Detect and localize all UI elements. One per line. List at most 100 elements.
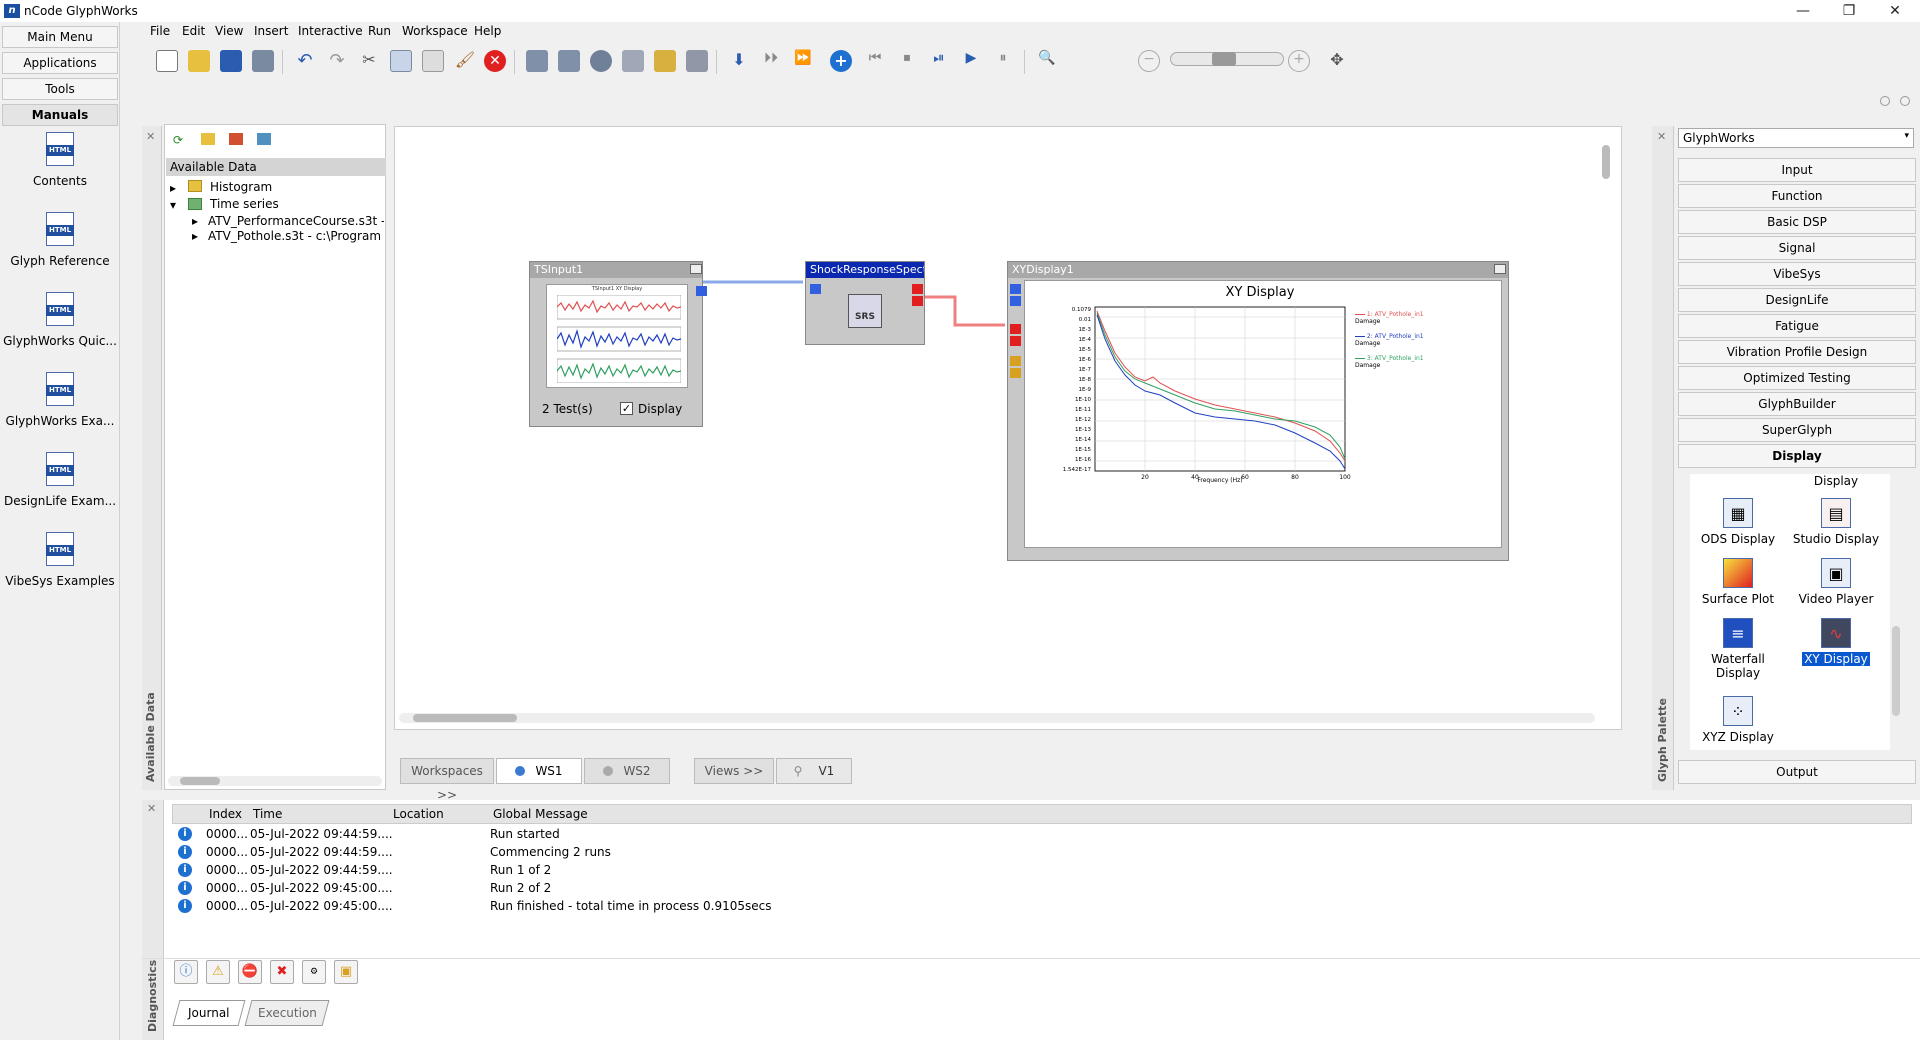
close-icon[interactable]: ✕ xyxy=(146,130,155,143)
menu-insert[interactable]: Insert xyxy=(254,24,288,38)
clear-icon[interactable] xyxy=(654,50,676,72)
close-icon[interactable]: ✕ xyxy=(147,802,156,815)
tree-item-file[interactable]: ATV_Pothole.s3t - c:\Program Fil xyxy=(208,229,384,243)
menu-edit[interactable]: Edit xyxy=(182,24,205,38)
palette-group-glyphbuilder[interactable]: GlyphBuilder xyxy=(1678,392,1916,416)
horizontal-scrollbar[interactable] xyxy=(399,713,1595,723)
palette-group-designlife[interactable]: DesignLife xyxy=(1678,288,1916,312)
glyph-icon[interactable] xyxy=(526,50,548,72)
palette-group-input[interactable]: Input xyxy=(1678,158,1916,182)
align-icon[interactable] xyxy=(686,50,708,72)
applications-button[interactable]: Applications xyxy=(2,52,118,74)
input-port[interactable] xyxy=(810,284,821,294)
output-port[interactable] xyxy=(696,286,707,296)
manual-vibesys-examples[interactable]: HTML VibeSys Examples xyxy=(0,532,120,588)
tree-expand-icon[interactable]: ▸ xyxy=(192,229,198,243)
arrange-icon[interactable] xyxy=(622,50,644,72)
tab-journal[interactable]: Journal xyxy=(172,1000,246,1026)
maximize-button[interactable]: ❐ xyxy=(1826,0,1872,22)
panel-option-icon[interactable] xyxy=(1880,96,1890,106)
input-port[interactable] xyxy=(1010,284,1021,294)
fast-forward-icon[interactable]: ⏩ xyxy=(792,50,814,72)
palette-item-video-player[interactable]: ▣ Video Player xyxy=(1788,558,1884,606)
glyph-minimize-icon[interactable] xyxy=(1494,264,1506,274)
input-port[interactable] xyxy=(1010,368,1021,378)
data-file-icon[interactable] xyxy=(229,133,243,145)
tab-v1[interactable]: ⚲ V1 xyxy=(776,758,852,784)
horizontal-scrollbar[interactable] xyxy=(168,776,382,786)
save-all-icon[interactable] xyxy=(252,50,274,72)
main-menu-button[interactable]: Main Menu xyxy=(2,26,118,48)
tab-ws1[interactable]: WS1 xyxy=(496,758,582,784)
input-port[interactable] xyxy=(1010,356,1021,366)
export-icon[interactable]: ▣ xyxy=(334,960,358,984)
import-icon[interactable] xyxy=(257,133,271,145)
run-step-icon[interactable]: ⏯ xyxy=(928,50,950,72)
palette-item-display[interactable]: Display xyxy=(1788,474,1884,488)
palette-group-display[interactable]: Display xyxy=(1678,444,1916,468)
add-run-icon[interactable]: + xyxy=(830,50,852,72)
palette-group-basic-dsp[interactable]: Basic DSP xyxy=(1678,210,1916,234)
output-port[interactable] xyxy=(912,296,923,306)
table-row[interactable]: i 0000... 05-Jul-2022 09:44:59.... Run star… xyxy=(172,826,1172,844)
tree-collapse-icon[interactable]: ▾ xyxy=(170,198,176,212)
palette-item-waterfall-display[interactable]: ≡ Waterfall Display xyxy=(1690,618,1786,680)
column-location[interactable]: Location xyxy=(393,807,444,821)
menu-file[interactable]: File xyxy=(150,24,170,38)
minimize-button[interactable]: — xyxy=(1780,0,1826,22)
input-port[interactable] xyxy=(1010,296,1021,306)
settings-icon[interactable]: ⚙ xyxy=(302,960,326,984)
table-row[interactable]: i 0000... 05-Jul-2022 09:44:59.... Commenci… xyxy=(172,844,1172,862)
new-icon[interactable] xyxy=(156,50,178,72)
stop-icon[interactable]: ⏹ xyxy=(896,50,918,72)
table-row[interactable]: i 0000... 05-Jul-2022 09:44:59.... Run 1 of… xyxy=(172,862,1172,880)
palette-group-output[interactable]: Output xyxy=(1678,760,1916,784)
glyph-xy-display[interactable]: XYDisplay1 XY Display 0.1079 0.01 1E-3 1E-4… xyxy=(1007,261,1509,561)
manual-designlife-examples[interactable]: HTML DesignLife Exam... xyxy=(0,452,120,508)
close-button[interactable]: ✕ xyxy=(1872,0,1918,22)
filter-error-icon[interactable]: ⛔ xyxy=(238,960,262,984)
menu-run[interactable]: Run xyxy=(368,24,391,38)
manual-contents[interactable]: HTML Contents xyxy=(0,132,120,188)
glyph-tsinput[interactable]: TSInput1 TSInput1 XY Display 2 Test(s) ✓… xyxy=(529,261,707,427)
menu-help[interactable]: Help xyxy=(474,24,501,38)
palette-group-fatigue[interactable]: Fatigue xyxy=(1678,314,1916,338)
table-row[interactable]: i 0000... 05-Jul-2022 09:45:00.... Run 2 of… xyxy=(172,880,1172,898)
tree-item-file[interactable]: ATV_PerformanceCourse.s3t - c:\Program F… xyxy=(208,214,384,228)
close-icon[interactable]: ✕ xyxy=(1657,130,1666,143)
palette-group-optimized-testing[interactable]: Optimized Testing xyxy=(1678,366,1916,390)
glyph-shock-response-spectrum[interactable]: ShockResponseSpectru SRS xyxy=(805,261,925,345)
delete-icon[interactable]: ✕ xyxy=(484,50,506,72)
palette-item-xyz-display[interactable]: ⁘ XYZ Display xyxy=(1690,696,1786,744)
zoom-slider-thumb[interactable] xyxy=(1212,52,1236,66)
table-row[interactable]: i 0000... 05-Jul-2022 09:45:00.... Run fini… xyxy=(172,898,1172,916)
glyph-group-icon[interactable] xyxy=(558,50,580,72)
workspace-canvas[interactable]: TSInput1 TSInput1 XY Display 2 Test(s) ✓… xyxy=(394,126,1622,730)
clear-journal-icon[interactable]: ✖ xyxy=(270,960,294,984)
brush-icon[interactable]: 🖌 xyxy=(454,50,476,72)
arrow-down-icon[interactable]: ⬇ xyxy=(728,50,750,72)
tools-button[interactable]: Tools xyxy=(2,78,118,100)
tree-item-histogram[interactable]: Histogram xyxy=(210,180,272,194)
palette-group-function[interactable]: Function xyxy=(1678,184,1916,208)
menu-interactive[interactable]: Interactive xyxy=(298,24,363,38)
menu-view[interactable]: View xyxy=(215,24,243,38)
tree-item-time-series[interactable]: Time series xyxy=(210,197,279,211)
tab-execution[interactable]: Execution xyxy=(244,1000,330,1026)
display-checkbox[interactable]: ✓ xyxy=(620,402,633,415)
zoom-in-icon[interactable]: + xyxy=(1288,50,1310,72)
palette-item-surface-plot[interactable]: Surface Plot xyxy=(1690,558,1786,606)
filter-info-icon[interactable]: ⓘ xyxy=(174,960,198,984)
palette-item-studio-display[interactable]: ▤ Studio Display xyxy=(1788,498,1884,546)
input-port[interactable] xyxy=(1010,336,1021,346)
redo-icon[interactable]: ↷ xyxy=(326,50,348,72)
tree-expand-icon[interactable]: ▸ xyxy=(192,214,198,228)
copy-icon[interactable] xyxy=(390,50,412,72)
palette-group-vibesys[interactable]: VibeSys xyxy=(1678,262,1916,286)
step-forward-icon[interactable]: ⏵⏵ xyxy=(760,50,782,72)
column-index[interactable]: Index xyxy=(209,807,242,821)
palette-item-xy-display[interactable]: ∿ XY Display xyxy=(1788,618,1884,666)
glyph-minimize-icon[interactable] xyxy=(690,264,702,274)
undo-icon[interactable]: ↶ xyxy=(294,50,316,72)
manual-glyphworks-examples[interactable]: HTML GlyphWorks Exa... xyxy=(0,372,120,428)
